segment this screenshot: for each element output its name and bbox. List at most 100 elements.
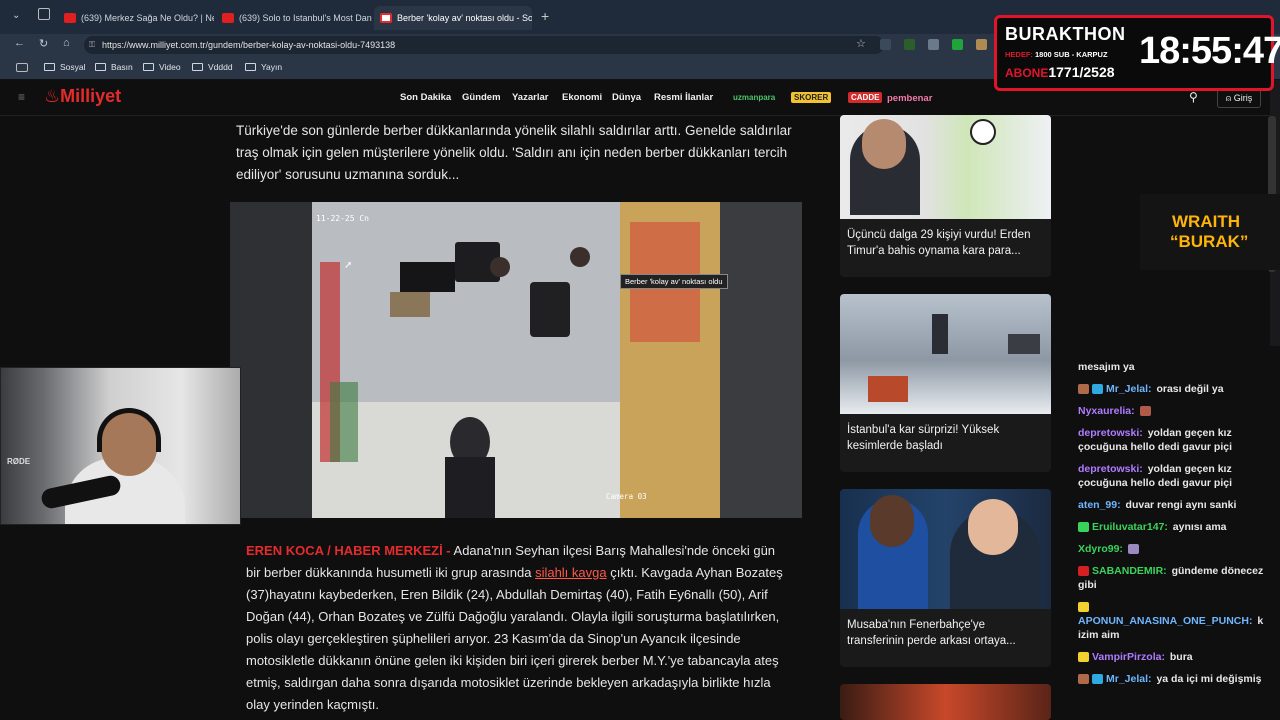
tab-berber[interactable]: Berber 'kolay av' noktası oldu - Sor× <box>374 6 532 30</box>
bookmark-folder[interactable]: Basın <box>95 62 133 72</box>
chat-text: bura <box>1169 651 1193 663</box>
card-image <box>840 294 1051 414</box>
chat-username[interactable]: Eruiluvatar147: <box>1092 521 1168 533</box>
menu-yazarlar[interactable]: Yazarlar <box>512 92 548 103</box>
article-lead: Türkiye'de son günlerde berber dükkanlar… <box>236 123 792 182</box>
badge-icon <box>1078 602 1089 613</box>
bookmark-label: Basın <box>111 62 133 72</box>
sub-label: ABONE <box>1005 66 1049 80</box>
chat-message: Mr_Jelal: orası değil ya <box>1078 382 1280 396</box>
goal-label: HEDEF: <box>1005 50 1033 59</box>
chat-username[interactable]: depretowski: <box>1078 463 1143 475</box>
card-caption: Üçüncü dalga 29 kişiyi vurdu! Erden Timu… <box>847 229 1031 257</box>
cctv-camera-label: Camera 03 <box>606 492 647 501</box>
youtube-icon <box>64 13 76 23</box>
chat-message: APONUN_ANASINA_ONE_PUNCH: k izim aim <box>1078 600 1280 642</box>
card-image <box>840 115 1051 219</box>
bookmark-folder[interactable]: Sosyal <box>44 62 86 72</box>
cctv-timestamp: 11-22-25 Cn <box>316 214 369 223</box>
new-tab-icon[interactable]: + <box>541 8 549 24</box>
chat-username[interactable]: aten_99: <box>1078 499 1121 511</box>
badge-icon <box>1078 522 1089 533</box>
card-image <box>840 489 1051 609</box>
bookmark-folder[interactable]: Yayın <box>245 62 282 72</box>
mouse-cursor: ➚ <box>344 260 353 271</box>
tab-list-menu-icon[interactable]: ⌄ <box>12 10 20 21</box>
tab-solo-istanbul[interactable]: (639) Solo to Istanbul's Most Dang× <box>216 6 372 30</box>
folder-icon <box>192 63 203 71</box>
chat-text: mesajım ya <box>1078 361 1135 373</box>
news-card[interactable]: İstanbul'a kar sürprizi! Yüksek kesimler… <box>840 294 1051 472</box>
flame-icon: ♨ <box>44 86 61 106</box>
login-button[interactable]: ⍝ Giriş <box>1217 88 1261 108</box>
chat-username[interactable]: Nyxaurelia: <box>1078 405 1135 417</box>
bookmark-label: Video <box>159 62 181 72</box>
news-card[interactable]: Musaba'nın Fenerbahçe'ye transferinin pe… <box>840 489 1051 667</box>
logo-text: Milliyet <box>60 86 122 106</box>
tab-merkez[interactable]: (639) Merkez Sağa Ne Oldu? | Ne× <box>58 6 214 30</box>
stream-timer-overlay: BURAKTHON HEDEF: 1800 SUB - KARPUZ ABONE… <box>994 15 1280 91</box>
chat-username[interactable]: Mr_Jelal: <box>1106 673 1152 685</box>
photo-tooltip: Berber 'kolay av' noktası oldu <box>620 274 728 289</box>
news-card[interactable] <box>840 684 1051 720</box>
partner-pembenar[interactable]: pembenar <box>884 92 935 105</box>
stream-clock: 18:55:47 <box>1139 30 1280 72</box>
search-icon[interactable]: ⚲ <box>1189 90 1198 104</box>
menu-son-dakika[interactable]: Son Dakika <box>400 92 451 103</box>
bookmark-folder[interactable]: Vdddd <box>192 62 233 72</box>
chat-username[interactable]: Xdyro99: <box>1078 543 1123 555</box>
article-photo[interactable]: 11-22-25 Cn Camera 03 Berber 'kolay av' … <box>230 202 802 518</box>
reload-icon[interactable]: ↻ <box>39 37 48 50</box>
chat-message: Xdyro99: <box>1078 542 1280 556</box>
url-field[interactable]: ⚿ https://www.milliyet.com.tr/gundem/ber… <box>84 36 884 54</box>
mic-brand-label: RØDE <box>7 457 31 466</box>
extension-icon[interactable] <box>928 39 939 50</box>
tab-title: Berber 'kolay av' noktası oldu - Sor <box>397 13 532 23</box>
article-body: EREN KOCA / HABER MERKEZİ - Adana'nın Se… <box>246 540 786 716</box>
workspaces-icon[interactable] <box>38 8 50 20</box>
stream-chat: mesajım ya Mr_Jelal: orası değil ya Nyxa… <box>1078 346 1280 720</box>
reading-list-icon[interactable] <box>16 63 28 72</box>
site-logo[interactable]: ♨Milliyet <box>44 86 121 107</box>
goal-line: HEDEF: 1800 SUB - KARPUZ <box>1005 50 1108 59</box>
chat-username[interactable]: APONUN_ANASINA_ONE_PUNCH: <box>1078 615 1252 627</box>
extension-icon[interactable] <box>952 39 963 50</box>
menu-resmi-ilanlar[interactable]: Resmi İlanlar <box>654 92 713 103</box>
chat-message: Nyxaurelia: <box>1078 404 1280 418</box>
bookmark-label: Vdddd <box>208 62 233 72</box>
webcam-overlay: RØDE <box>0 367 241 525</box>
menu-gundem[interactable]: Gündem <box>462 92 501 103</box>
wraith-title: WRAITH <box>1172 212 1240 231</box>
folder-icon <box>245 63 256 71</box>
chat-message: aten_99: duvar rengi aynı sanki <box>1078 498 1280 512</box>
chat-username[interactable]: VampirPirzola: <box>1092 651 1165 663</box>
bookmark-folder[interactable]: Video <box>143 62 181 72</box>
home-icon[interactable]: ⌂ <box>63 37 70 49</box>
card-caption: Musaba'nın Fenerbahçe'ye transferinin pe… <box>847 619 1016 647</box>
badge-icon <box>1078 652 1089 663</box>
card-image <box>840 684 1051 720</box>
chat-username[interactable]: Mr_Jelal: <box>1106 383 1152 395</box>
chat-message: depretowski: yoldan geçen kız çocuğuna h… <box>1078 426 1280 454</box>
chat-username[interactable]: depretowski: <box>1078 427 1143 439</box>
menu-ekonomi[interactable]: Ekonomi <box>562 92 602 103</box>
chat-username[interactable]: SABANDEMIR: <box>1092 565 1167 577</box>
folder-icon <box>95 63 106 71</box>
menu-dunya[interactable]: Dünya <box>612 92 641 103</box>
folder-icon <box>143 63 154 71</box>
goal-value: 1800 SUB - KARPUZ <box>1035 50 1108 59</box>
partner-skorer[interactable]: SKORER <box>791 92 832 103</box>
chat-message: SABANDEMIR: gündeme dönecez gibi <box>1078 564 1280 592</box>
partner-uzmanpara[interactable]: uzmanpara <box>730 92 778 103</box>
news-card[interactable]: Üçüncü dalga 29 kişiyi vurdu! Erden Timu… <box>840 115 1051 277</box>
login-label: Giriş <box>1233 93 1253 103</box>
back-icon[interactable]: ← <box>14 37 25 49</box>
partner-cadde[interactable]: CADDE <box>848 92 883 103</box>
extension-icon[interactable] <box>904 39 915 50</box>
extension-icon[interactable] <box>880 39 891 50</box>
extension-icon[interactable] <box>976 39 987 50</box>
hamburger-menu-icon[interactable]: ≡ <box>18 90 25 104</box>
chat-message: mesajım ya <box>1078 360 1280 374</box>
article-link[interactable]: silahlı kavga <box>535 565 607 580</box>
bookmark-star-icon[interactable]: ☆ <box>856 37 866 50</box>
